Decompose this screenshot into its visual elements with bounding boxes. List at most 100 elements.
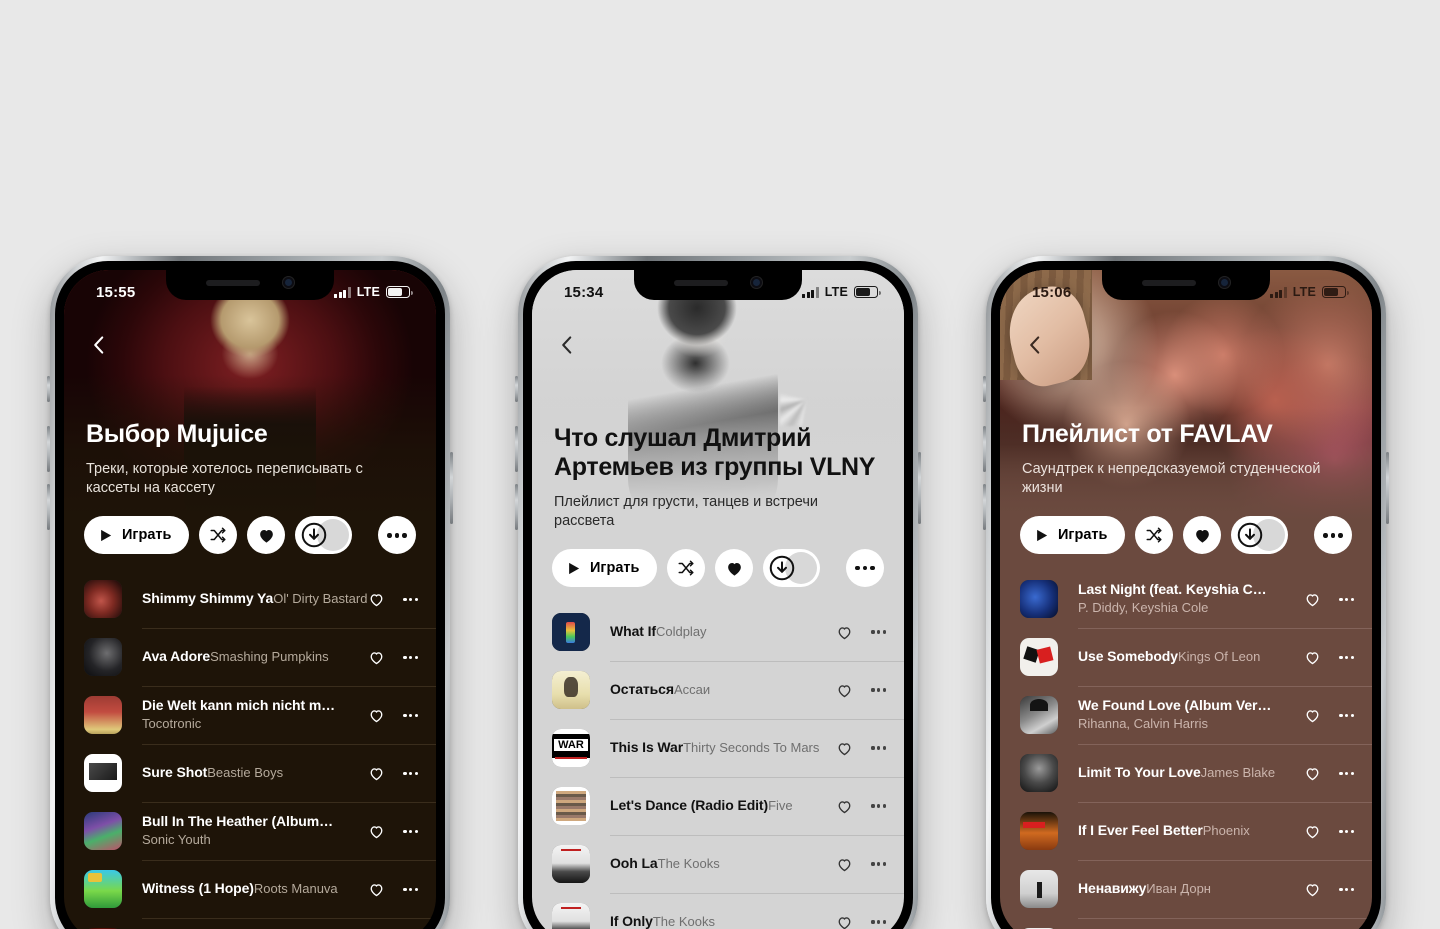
- download-toggle[interactable]: [1231, 516, 1289, 555]
- track-more-icon[interactable]: [403, 771, 418, 775]
- like-track-icon[interactable]: [368, 707, 385, 724]
- shuffle-button[interactable]: [1135, 516, 1174, 555]
- track-more-icon[interactable]: [1339, 887, 1354, 891]
- download-toggle[interactable]: [763, 549, 821, 588]
- like-button[interactable]: [1183, 516, 1222, 555]
- power-button[interactable]: [1386, 452, 1389, 524]
- back-button[interactable]: [86, 332, 112, 358]
- playlist-actions: Играть: [64, 516, 436, 555]
- track-more-icon[interactable]: [1339, 597, 1354, 601]
- play-button[interactable]: Играть: [552, 549, 658, 588]
- table-row[interactable]: Witness (1 Hope)Roots Manuva: [84, 860, 436, 918]
- power-button[interactable]: [918, 452, 921, 524]
- table-row[interactable]: 99: [1020, 918, 1372, 929]
- play-button[interactable]: Играть: [84, 516, 190, 555]
- volume-up-button[interactable]: [515, 426, 518, 472]
- album-cover: [552, 903, 590, 929]
- more-options-button[interactable]: [378, 516, 416, 555]
- more-options-button[interactable]: [846, 549, 884, 588]
- like-track-icon[interactable]: [368, 823, 385, 840]
- volume-up-button[interactable]: [47, 426, 50, 472]
- track-more-icon[interactable]: [1339, 655, 1354, 659]
- battery-icon: [1322, 286, 1349, 298]
- track-more-icon[interactable]: [403, 713, 418, 717]
- table-row[interactable]: Shimmy Shimmy YaOl' Dirty Bastard: [84, 570, 436, 628]
- table-row[interactable]: For Real: [84, 918, 436, 929]
- shuffle-button[interactable]: [199, 516, 238, 555]
- table-row[interactable]: What IfColdplay: [552, 603, 904, 661]
- like-track-icon[interactable]: [1304, 707, 1321, 724]
- table-row[interactable]: If I Ever Feel BetterPhoenix: [1020, 802, 1372, 860]
- front-camera-icon: [281, 276, 295, 289]
- volume-up-button[interactable]: [983, 426, 986, 472]
- table-row[interactable]: Ava AdoreSmashing Pumpkins: [84, 628, 436, 686]
- power-button[interactable]: [450, 452, 453, 524]
- like-track-icon[interactable]: [368, 881, 385, 898]
- track-more-icon[interactable]: [871, 630, 886, 634]
- table-row[interactable]: If OnlyThe Kooks: [552, 893, 904, 929]
- back-button[interactable]: [1022, 332, 1048, 358]
- like-track-icon[interactable]: [1304, 765, 1321, 782]
- more-options-button[interactable]: [1314, 516, 1352, 555]
- like-track-icon[interactable]: [836, 856, 853, 873]
- network-label: LTE: [824, 285, 848, 299]
- track-more-icon[interactable]: [1339, 829, 1354, 833]
- track-more-icon[interactable]: [871, 804, 886, 808]
- track-more-icon[interactable]: [871, 746, 886, 750]
- table-row[interactable]: Die Welt kann mich nicht m… Tocotronic: [84, 686, 436, 744]
- like-track-icon[interactable]: [1304, 591, 1321, 608]
- like-track-icon[interactable]: [1304, 649, 1321, 666]
- album-cover: [84, 696, 122, 735]
- table-row[interactable]: ОстатьсяАссаи: [552, 661, 904, 719]
- table-row[interactable]: Last Night (feat. Keyshia C… P. Diddy, Ke…: [1020, 570, 1372, 628]
- like-track-icon[interactable]: [836, 740, 853, 757]
- like-track-icon[interactable]: [836, 624, 853, 641]
- table-row[interactable]: Use SomebodyKings Of Leon: [1020, 628, 1372, 686]
- track-more-icon[interactable]: [1339, 713, 1354, 717]
- mute-switch[interactable]: [47, 376, 50, 402]
- table-row[interactable]: Ooh LaThe Kooks: [552, 835, 904, 893]
- volume-down-button[interactable]: [983, 484, 986, 530]
- shuffle-button[interactable]: [667, 549, 706, 588]
- play-button[interactable]: Играть: [1020, 516, 1126, 555]
- table-row[interactable]: НенавижуИван Дорн: [1020, 860, 1372, 918]
- shuffle-icon: [678, 560, 694, 576]
- track-more-icon[interactable]: [403, 829, 418, 833]
- like-track-icon[interactable]: [836, 682, 853, 699]
- track-more-icon[interactable]: [403, 597, 418, 601]
- table-row[interactable]: Limit To Your LoveJames Blake: [1020, 744, 1372, 802]
- volume-down-button[interactable]: [47, 484, 50, 530]
- like-track-icon[interactable]: [368, 649, 385, 666]
- mute-switch[interactable]: [515, 376, 518, 402]
- track-artist: Coldplay: [655, 624, 707, 640]
- like-track-icon[interactable]: [836, 798, 853, 815]
- table-row[interactable]: WAR This Is WarThirty Seconds To Mars: [552, 719, 904, 777]
- table-row[interactable]: Let's Dance (Radio Edit)Five: [552, 777, 904, 835]
- mute-switch[interactable]: [983, 376, 986, 402]
- like-button[interactable]: [247, 516, 286, 555]
- table-row[interactable]: We Found Love (Album Ver… Rihanna, Calvin…: [1020, 686, 1372, 744]
- like-track-icon[interactable]: [368, 591, 385, 608]
- like-track-icon[interactable]: [368, 765, 385, 782]
- track-more-icon[interactable]: [403, 887, 418, 891]
- track-more-icon[interactable]: [871, 862, 886, 866]
- track-more-icon[interactable]: [871, 688, 886, 692]
- track-more-icon[interactable]: [1339, 771, 1354, 775]
- track-title: If Only: [610, 913, 653, 929]
- track-title: This Is War: [610, 739, 684, 756]
- download-icon: [770, 555, 795, 581]
- back-button[interactable]: [554, 332, 580, 358]
- table-row[interactable]: Sure ShotBeastie Boys: [84, 744, 436, 802]
- like-button[interactable]: [715, 549, 754, 588]
- table-row[interactable]: Bull In The Heather (Album… Sonic Youth: [84, 802, 436, 860]
- like-track-icon[interactable]: [1304, 881, 1321, 898]
- track-more-icon[interactable]: [871, 920, 886, 924]
- like-track-icon[interactable]: [1304, 823, 1321, 840]
- play-icon: [101, 529, 112, 541]
- track-more-icon[interactable]: [403, 655, 418, 659]
- like-track-icon[interactable]: [836, 914, 853, 929]
- track-title: Остаться: [610, 681, 674, 698]
- volume-down-button[interactable]: [515, 484, 518, 530]
- download-toggle[interactable]: [295, 516, 353, 555]
- phone-2-bezel: 15:34 LTE Что слушал Дмитрий Артемьев из…: [523, 261, 913, 929]
